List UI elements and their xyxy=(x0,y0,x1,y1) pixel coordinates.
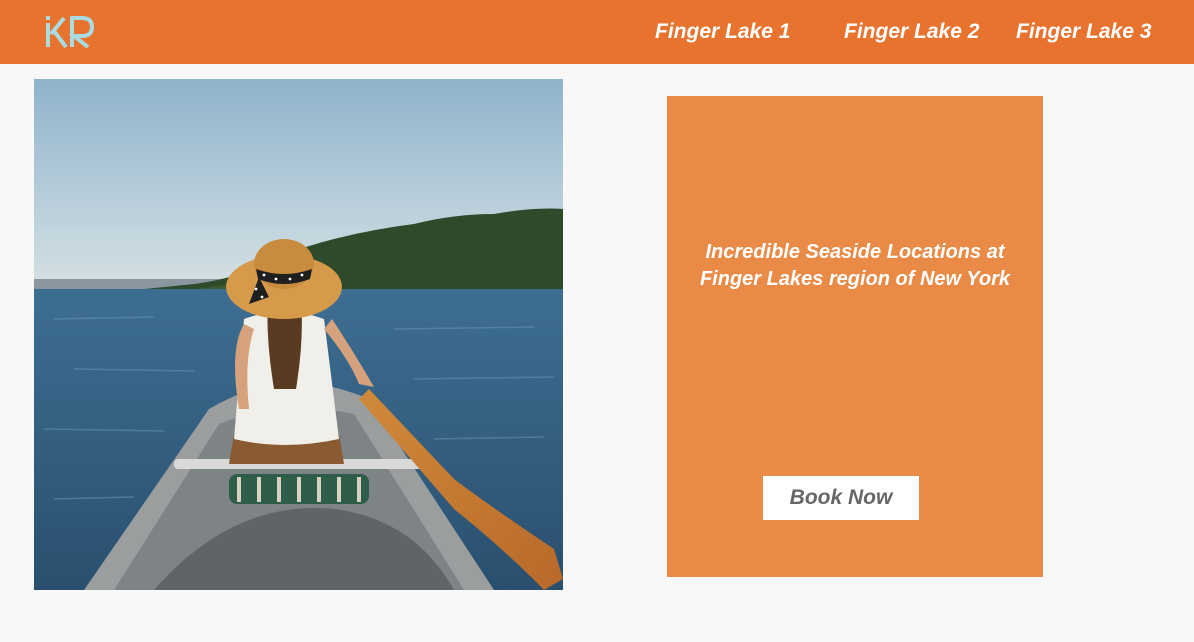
hero-photo xyxy=(34,79,563,590)
site-header: Finger Lake 1 Finger Lake 2 Finger Lake … xyxy=(0,0,1194,64)
promo-panel: Incredible Seaside Locations at Finger L… xyxy=(667,96,1043,577)
kr-logo[interactable] xyxy=(42,12,98,52)
nav-finger-lake-3[interactable]: Finger Lake 3 xyxy=(1016,18,1151,46)
book-now-button[interactable]: Book Now xyxy=(763,476,919,520)
nav-finger-lake-2[interactable]: Finger Lake 2 xyxy=(844,18,979,46)
promo-headline-line-2: Finger Lakes region of New York xyxy=(699,268,1011,290)
promo-headline: Incredible Seaside Locations at Finger L… xyxy=(667,239,1043,293)
promo-headline-line-1: Incredible Seaside Locations at xyxy=(705,241,1005,263)
nav-finger-lake-1[interactable]: Finger Lake 1 xyxy=(655,18,790,46)
